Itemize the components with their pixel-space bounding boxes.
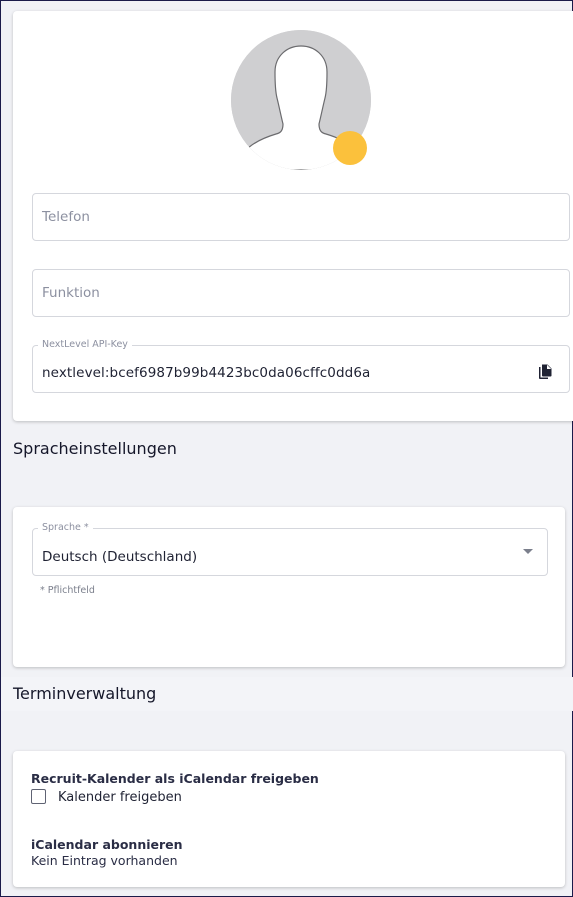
share-calendar-checkbox-label[interactable]: Kalender freigeben (58, 790, 182, 805)
dropdown-arrow-icon (523, 549, 533, 554)
required-field-note: * Pflichtfeld (40, 585, 95, 596)
api-key-value: nextlevel:bcef6987b99b4423bc0da06cffc0dd… (42, 365, 371, 381)
subscribe-ical-heading: iCalendar abonnieren (31, 837, 183, 852)
appointments-section-title: Terminverwaltung (13, 684, 157, 703)
language-section-title: Spracheinstellungen (13, 439, 177, 458)
language-select[interactable]: Sprache * Deutsch (Deutschland) (32, 522, 548, 576)
share-calendar-heading: Recruit-Kalender als iCalendar freigeben (31, 771, 319, 786)
function-placeholder: Funktion (42, 285, 100, 301)
copy-icon[interactable] (536, 363, 554, 381)
phone-placeholder: Telefon (42, 209, 90, 225)
language-field-label: Sprache * (38, 522, 93, 534)
subscribe-ical-empty-text: Kein Eintrag vorhanden (31, 853, 178, 868)
share-calendar-checkbox[interactable] (31, 789, 46, 804)
language-selected-value: Deutsch (Deutschland) (42, 549, 198, 565)
avatar-container (231, 30, 371, 170)
phone-field[interactable]: Telefon (32, 193, 570, 241)
calendar-card: Recruit-Kalender als iCalendar freigeben… (13, 751, 565, 887)
api-key-field[interactable]: NextLevel API-Key nextlevel:bcef6987b99b… (32, 339, 570, 393)
api-key-label: NextLevel API-Key (38, 339, 132, 351)
profile-card: Telefon Funktion NextLevel API-Key nextl… (13, 11, 573, 421)
function-field[interactable]: Funktion (32, 269, 570, 317)
avatar-edit-badge[interactable] (333, 131, 367, 165)
language-card: Sprache * Deutsch (Deutschland) * Pflich… (13, 507, 565, 667)
